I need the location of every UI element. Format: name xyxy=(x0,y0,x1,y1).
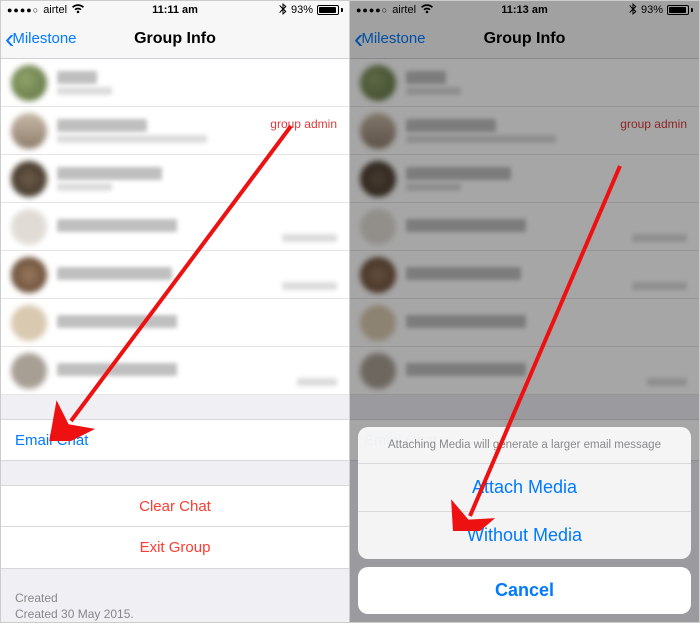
battery-icon xyxy=(317,5,343,15)
wifi-icon xyxy=(71,4,85,17)
signal-dots-icon: ●●●●○ xyxy=(7,5,39,15)
exit-group-button[interactable]: Exit Group xyxy=(1,527,349,569)
nav-bar: ‹ Milestone Group Info xyxy=(1,19,349,59)
member-row[interactable] xyxy=(1,155,349,203)
avatar xyxy=(11,65,47,101)
cancel-button[interactable]: Cancel xyxy=(358,567,691,614)
member-row[interactable] xyxy=(1,203,349,251)
created-date: Created 30 May 2015. xyxy=(15,607,335,621)
bluetooth-icon xyxy=(279,3,287,18)
back-button[interactable]: ‹ Milestone xyxy=(1,25,77,53)
status-bar: ●●●●○ airtel 11:11 am 93% xyxy=(1,1,349,19)
attach-media-button[interactable]: Attach Media xyxy=(358,464,691,512)
member-row[interactable] xyxy=(1,299,349,347)
sheet-title: Attaching Media will generate a larger e… xyxy=(358,427,691,464)
member-row[interactable] xyxy=(1,347,349,395)
created-label: Created xyxy=(15,591,335,605)
member-row[interactable] xyxy=(1,59,349,107)
avatar xyxy=(11,113,47,149)
member-row[interactable] xyxy=(1,251,349,299)
back-label: Milestone xyxy=(12,30,76,47)
members-list: group admin xyxy=(1,59,349,395)
clear-chat-button[interactable]: Clear Chat xyxy=(1,485,349,527)
created-footer: Created Created 30 May 2015. xyxy=(1,583,349,623)
email-chat-button[interactable]: Email Chat xyxy=(1,419,349,461)
carrier-label: airtel xyxy=(43,4,67,16)
avatar xyxy=(11,209,47,245)
avatar xyxy=(11,161,47,197)
battery-pct: 93% xyxy=(291,4,313,16)
admin-badge: group admin xyxy=(270,117,337,131)
phone-right: ●●●●○ airtel 11:13 am 93% ‹ Milestone Gr… xyxy=(350,0,700,623)
avatar xyxy=(11,353,47,389)
action-sheet: Attaching Media will generate a larger e… xyxy=(358,427,691,614)
avatar xyxy=(11,257,47,293)
without-media-button[interactable]: Without Media xyxy=(358,512,691,559)
phone-left: ●●●●○ airtel 11:11 am 93% ‹ Milestone Gr… xyxy=(0,0,350,623)
avatar xyxy=(11,305,47,341)
member-row[interactable]: group admin xyxy=(1,107,349,155)
